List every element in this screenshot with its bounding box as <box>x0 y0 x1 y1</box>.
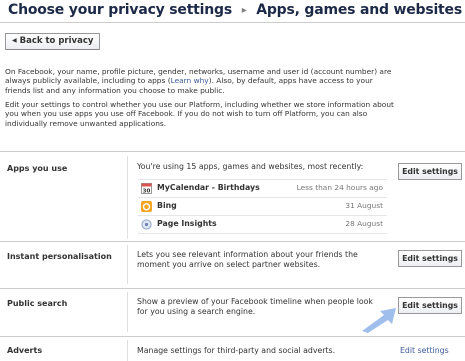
adverts-label: Adverts <box>7 346 43 355</box>
page-title: Choose your privacy settings ▸ Apps, gam… <box>8 2 462 18</box>
section-divider <box>0 288 465 289</box>
instant-personalisation-description: Lets you see relevant information about … <box>137 250 358 269</box>
breadcrumb-separator-icon: ▸ <box>241 5 247 16</box>
intro-paragraph-2: Edit your settings to control whether yo… <box>5 100 394 128</box>
intro-paragraph-1: On Facebook, your name, profile picture,… <box>5 67 400 95</box>
apps-edit-settings-button[interactable]: Edit settings <box>398 163 462 180</box>
instant-edit-settings-button[interactable]: Edit settings <box>398 250 462 267</box>
apps-you-use-label: Apps you use <box>7 164 68 173</box>
svg-text:30: 30 <box>143 189 151 195</box>
breadcrumb-parent: Choose your privacy settings <box>8 2 232 18</box>
section-divider <box>0 151 465 152</box>
recent-apps-list: 30 MyCalendar - Birthdays Less than 24 h… <box>138 179 387 234</box>
app-item-page-insights[interactable]: Page Insights 28 August <box>138 215 387 234</box>
back-to-privacy-button[interactable]: ◀ Back to privacy <box>5 33 101 50</box>
public-search-label: Public search <box>7 299 68 308</box>
arrow-left-icon: ◀ <box>12 37 17 44</box>
column-divider <box>127 156 128 239</box>
section-divider <box>0 241 465 242</box>
learn-why-link[interactable]: Learn why <box>171 76 209 85</box>
app-name: Bing <box>157 201 177 210</box>
public-search-edit-settings-button[interactable]: Edit settings <box>398 297 462 314</box>
public-search-description: Show a preview of your Facebook timeline… <box>137 297 373 316</box>
column-divider <box>127 340 128 361</box>
app-name: Page Insights <box>157 219 217 228</box>
calendar-icon: 30 <box>141 183 152 194</box>
back-button-label: Back to privacy <box>19 36 94 46</box>
adverts-description: Manage settings for third-party and soci… <box>137 346 336 355</box>
breadcrumb-current: Apps, games and websites <box>256 2 462 18</box>
app-last-used: 31 August <box>345 201 383 210</box>
column-divider <box>127 245 128 284</box>
app-last-used: Less than 24 hours ago <box>296 183 383 192</box>
pointer-arrow-icon <box>362 308 396 333</box>
adverts-edit-settings-link[interactable]: Edit settings <box>400 346 449 355</box>
app-last-used: 28 August <box>345 219 383 228</box>
bing-icon <box>141 201 152 212</box>
title-divider <box>0 22 465 23</box>
instant-personalisation-label: Instant personalisation <box>7 252 112 261</box>
app-name: MyCalendar - Birthdays <box>157 183 260 192</box>
section-divider <box>0 336 465 337</box>
app-item-mycalendar[interactable]: 30 MyCalendar - Birthdays Less than 24 h… <box>138 179 387 197</box>
apps-summary: You're using 15 apps, games and websites… <box>137 162 364 171</box>
insights-icon <box>141 219 152 230</box>
column-divider <box>127 292 128 332</box>
app-item-bing[interactable]: Bing 31 August <box>138 197 387 215</box>
